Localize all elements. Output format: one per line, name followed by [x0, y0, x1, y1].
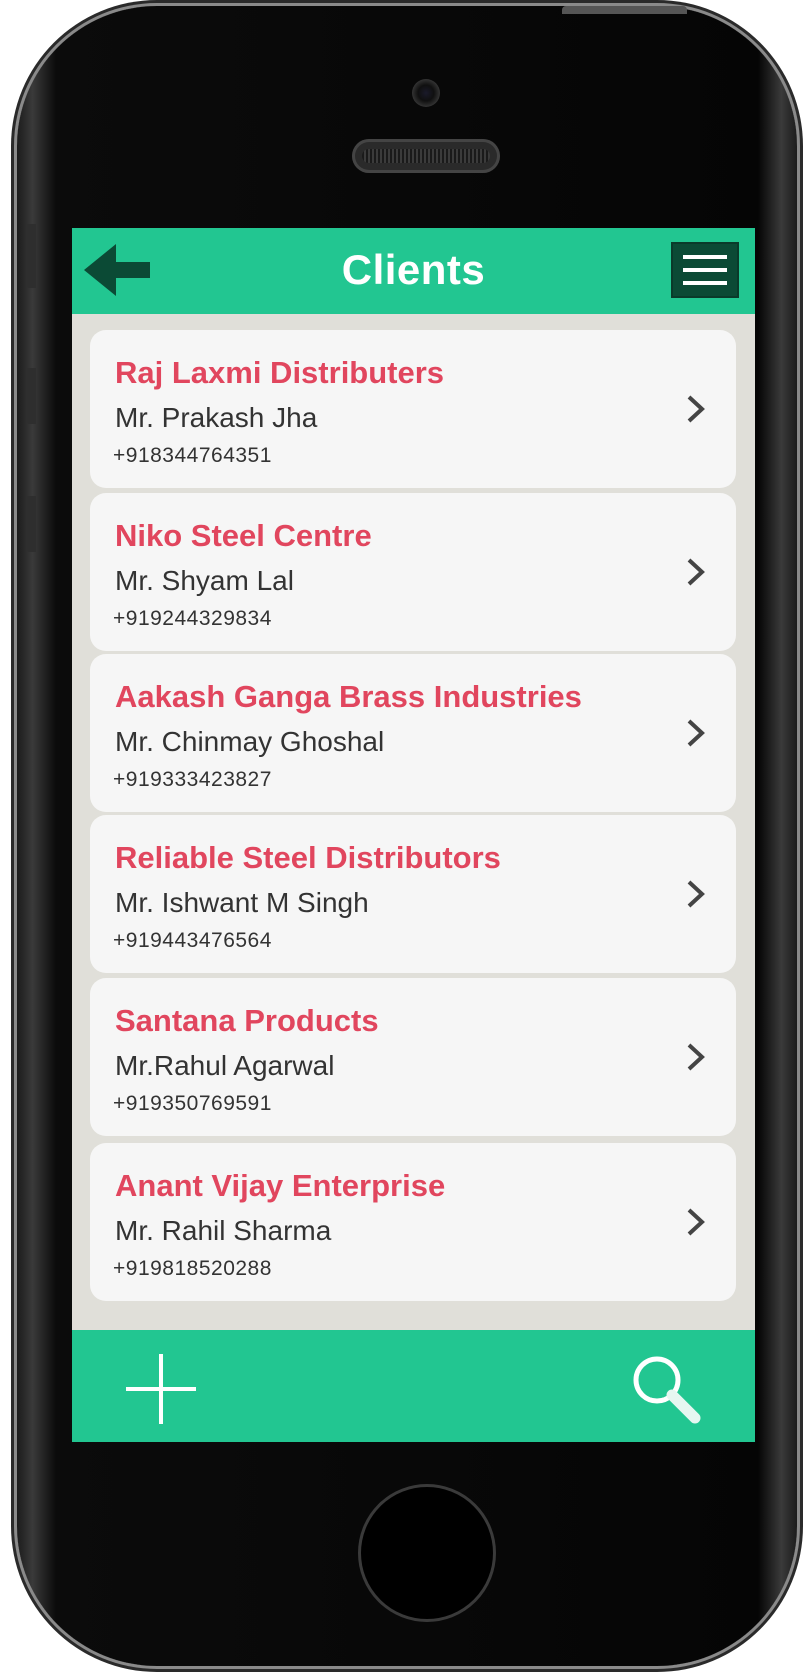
mute-switch: [26, 224, 36, 288]
chevron-right-icon: [687, 1043, 705, 1071]
page-title: Clients: [341, 246, 486, 293]
power-button: [562, 6, 687, 14]
plus-icon: [126, 1354, 196, 1424]
chevron-right-icon: [687, 880, 705, 908]
hamburger-menu-icon: [683, 255, 727, 259]
menu-button[interactable]: [671, 242, 739, 298]
client-company: Niko Steel Centre: [115, 518, 372, 553]
client-contact: Mr. Rahil Sharma: [115, 1215, 332, 1246]
client-phone: +919333423827: [113, 768, 272, 791]
chevron-right-icon: [687, 395, 705, 423]
client-company: Santana Products: [115, 1003, 379, 1038]
search-button[interactable]: [627, 1350, 705, 1428]
client-contact: Mr. Shyam Lal: [115, 565, 294, 596]
app-screen: Clients Raj Laxmi Distributers Mr. Praka…: [72, 228, 755, 1442]
client-contact: Mr. Ishwant M Singh: [115, 887, 369, 918]
client-phone: +919443476564: [113, 929, 272, 952]
bottom-toolbar: [72, 1330, 755, 1442]
client-contact: Mr. Prakash Jha: [115, 402, 318, 433]
client-phone: +919244329834: [113, 607, 272, 630]
client-card[interactable]: Reliable Steel Distributors Mr. Ishwant …: [90, 815, 736, 973]
chevron-right-icon: [687, 558, 705, 586]
client-card[interactable]: Anant Vijay Enterprise Mr. Rahil Sharma …: [90, 1143, 736, 1301]
home-button[interactable]: [358, 1484, 496, 1622]
client-phone: +919350769591: [113, 1092, 272, 1115]
navigation-bar: Clients: [72, 228, 755, 314]
search-icon: [633, 1356, 701, 1424]
client-phone: +918344764351: [113, 444, 272, 467]
client-phone: +919818520288: [113, 1257, 272, 1280]
client-card[interactable]: Aakash Ganga Brass Industries Mr. Chinma…: [90, 654, 736, 812]
client-card[interactable]: Niko Steel Centre Mr. Shyam Lal +9192443…: [90, 493, 736, 651]
volume-down-button: [26, 496, 36, 552]
client-contact: Mr.Rahul Agarwal: [115, 1050, 335, 1081]
client-company: Anant Vijay Enterprise: [115, 1168, 446, 1203]
client-card[interactable]: Raj Laxmi Distributers Mr. Prakash Jha +…: [90, 330, 736, 488]
client-card[interactable]: Santana Products Mr.Rahul Agarwal +91935…: [90, 978, 736, 1136]
client-contact: Mr. Chinmay Ghoshal: [115, 726, 385, 757]
add-client-button[interactable]: [122, 1350, 200, 1428]
chevron-right-icon: [687, 719, 705, 747]
client-company: Reliable Steel Distributors: [115, 840, 501, 875]
earpiece-speaker: [352, 139, 500, 173]
front-camera: [412, 79, 440, 107]
client-company: Aakash Ganga Brass Industries: [115, 679, 582, 714]
chevron-right-icon: [687, 1208, 705, 1236]
client-company: Raj Laxmi Distributers: [115, 355, 445, 390]
client-list[interactable]: Raj Laxmi Distributers Mr. Prakash Jha +…: [72, 314, 755, 1330]
volume-up-button: [26, 368, 36, 424]
